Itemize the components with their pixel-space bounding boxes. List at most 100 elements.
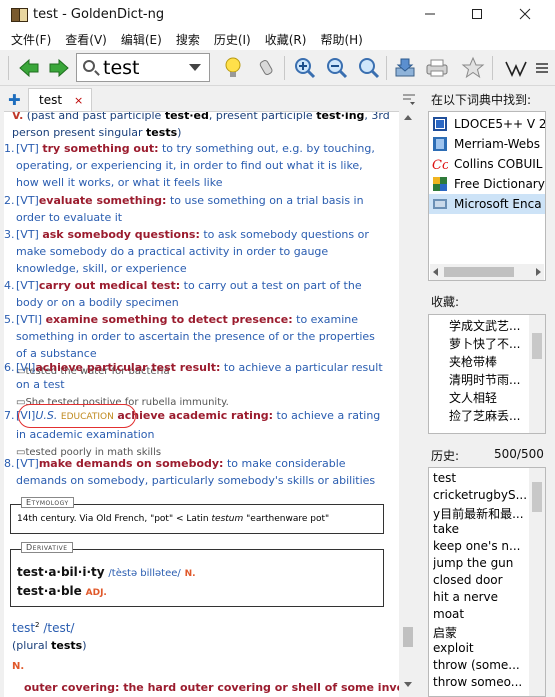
- article-view[interactable]: V. (past and past participle test·ed, pr…: [4, 111, 399, 697]
- scrollbar-thumb[interactable]: [532, 333, 542, 359]
- history-item[interactable]: jump the gun: [433, 556, 531, 570]
- zoom-reset-icon: [359, 58, 380, 79]
- app-book-icon: [11, 7, 28, 22]
- wikipedia-button[interactable]: [503, 55, 529, 81]
- zoom-reset-button[interactable]: [356, 55, 382, 81]
- derivative-pos: ADJ.: [85, 588, 107, 598]
- scrollbar-thumb[interactable]: [444, 267, 514, 277]
- zoom-out-button[interactable]: [324, 55, 350, 81]
- dictionary-list: LDOCE5++ V 2 Merriam-Webs Cc Collins COB…: [428, 111, 546, 281]
- tab-test[interactable]: test ×: [28, 88, 92, 111]
- dictionary-item[interactable]: Free Dictionary: [429, 174, 545, 194]
- history-item[interactable]: hit a nerve: [433, 590, 531, 604]
- favorite-item[interactable]: 萝卜快了不...: [449, 335, 520, 352]
- dictionary-name: Microsoft Enca: [454, 197, 542, 211]
- zoom-in-button[interactable]: [292, 55, 318, 81]
- history-item[interactable]: test: [433, 471, 531, 485]
- sense-number: 3.: [4, 228, 15, 241]
- dictionary-list-hscrollbar[interactable]: [430, 264, 544, 280]
- dictionary-name: LDOCE5++ V 2: [454, 117, 546, 131]
- favorite-item[interactable]: 文人相轻: [449, 389, 497, 406]
- etymology-text: 14th century. Via Old French, "pot" < La…: [17, 513, 329, 525]
- favorites-scrollbar[interactable]: [529, 315, 545, 433]
- history-item[interactable]: exploit: [433, 641, 531, 655]
- history-item[interactable]: y目前最新和最...: [433, 505, 531, 522]
- etymology-origin: 14th century. Via Old French, "pot" < La…: [17, 514, 209, 524]
- tab-label: test: [39, 93, 63, 107]
- menu-hamburger-button[interactable]: [533, 55, 551, 81]
- dictionaries-label: 在以下词典中找到:: [431, 93, 532, 107]
- tab-bar: ✚ test ×: [0, 87, 421, 111]
- etymology-word: testum: [211, 514, 244, 524]
- dictionary-item[interactable]: LDOCE5++ V 2: [429, 114, 546, 134]
- scroll-down-icon[interactable]: [404, 682, 412, 687]
- pronounce-button[interactable]: [254, 55, 280, 81]
- minimize-button[interactable]: [407, 0, 453, 28]
- dictionary-name: Collins COBUIL: [454, 157, 543, 171]
- free-dictionary-icon: [433, 177, 447, 191]
- window-title: test - GoldenDict-ng: [33, 6, 165, 22]
- wikipedia-icon: [505, 61, 527, 77]
- article-scrollbar[interactable]: [399, 111, 417, 697]
- scroll-up-icon[interactable]: [404, 115, 412, 120]
- maximize-button[interactable]: [454, 0, 500, 28]
- favorite-item[interactable]: 夹枪带棒: [449, 353, 497, 370]
- scan-popup-button[interactable]: [220, 55, 246, 81]
- search-input[interactable]: test: [76, 53, 210, 82]
- menu-help[interactable]: 帮助(H): [313, 31, 369, 48]
- forward-arrow-icon: [49, 58, 69, 78]
- search-icon: [83, 60, 95, 72]
- history-item[interactable]: moat: [433, 607, 531, 621]
- svg-text:Cc: Cc: [432, 158, 448, 172]
- menu-file[interactable]: 文件(F): [4, 31, 58, 48]
- forward-button[interactable]: [46, 55, 72, 81]
- back-button[interactable]: [16, 55, 42, 81]
- intro-mid: , present participle: [208, 111, 313, 122]
- menu-history[interactable]: 历史(I): [207, 31, 258, 48]
- dictionary-item[interactable]: Merriam-Webs: [429, 134, 545, 154]
- tab-close-icon[interactable]: ×: [74, 94, 83, 107]
- history-scrollbar[interactable]: [529, 468, 545, 696]
- history-list: test cricketrugbyS... y目前最新和最... take ke…: [428, 467, 546, 697]
- scroll-right-icon[interactable]: [536, 268, 541, 276]
- sense-number: 2.: [4, 194, 15, 207]
- history-item[interactable]: keep one's n...: [433, 539, 531, 553]
- sense-number: 6.: [4, 361, 15, 374]
- menu-search[interactable]: 搜索: [169, 31, 207, 48]
- back-arrow-icon: [19, 58, 39, 78]
- entry-intro: V. (past and past participle test·ed, pr…: [12, 111, 392, 141]
- history-item[interactable]: throw someo...: [433, 675, 531, 689]
- intro-close: ): [177, 126, 182, 139]
- tab-list-icon[interactable]: [402, 93, 416, 105]
- menu-view[interactable]: 查看(V): [58, 31, 114, 48]
- history-item[interactable]: 启蒙: [433, 624, 531, 641]
- scrollbar-thumb[interactable]: [403, 627, 413, 647]
- derivative-label: Derivative: [21, 542, 73, 553]
- print-button[interactable]: [424, 55, 450, 81]
- entry-2-plural-text: (plural: [12, 639, 48, 652]
- favorite-item[interactable]: 学成文武艺...: [449, 317, 520, 334]
- menu-edit[interactable]: 编辑(E): [114, 31, 169, 48]
- sense-number: 4.: [4, 279, 15, 292]
- new-tab-button[interactable]: ✚: [8, 91, 21, 109]
- add-favorite-button[interactable]: [460, 55, 486, 81]
- history-item[interactable]: take: [433, 522, 531, 536]
- entry-2-word: test: [12, 621, 36, 635]
- scroll-left-icon[interactable]: [433, 268, 438, 276]
- grammar-code: [VT]: [16, 142, 39, 155]
- history-item[interactable]: closed door: [433, 573, 531, 587]
- favorite-item[interactable]: 清明时节雨...: [449, 371, 520, 388]
- chevron-down-icon[interactable]: [189, 64, 201, 71]
- favorite-item[interactable]: 捡了芝麻丢...: [449, 407, 520, 424]
- derivative-pos: N.: [184, 569, 196, 579]
- derivative-pronunciation: /tèstə billətee/: [108, 568, 181, 579]
- scrollbar-thumb[interactable]: [532, 482, 542, 512]
- dictionary-item[interactable]: Cc Collins COBUIL: [429, 154, 545, 174]
- menu-favorites[interactable]: 收藏(R): [258, 31, 314, 48]
- history-item[interactable]: throw (some...: [433, 658, 531, 672]
- dictionary-item-selected[interactable]: Microsoft Enca: [429, 194, 545, 214]
- save-article-button[interactable]: [392, 55, 418, 81]
- history-item[interactable]: cricketrugbyS...: [433, 488, 531, 502]
- derivative-box: Derivative test·a·bil·i·ty /tèstə billət…: [10, 542, 384, 607]
- close-window-button[interactable]: [502, 0, 548, 28]
